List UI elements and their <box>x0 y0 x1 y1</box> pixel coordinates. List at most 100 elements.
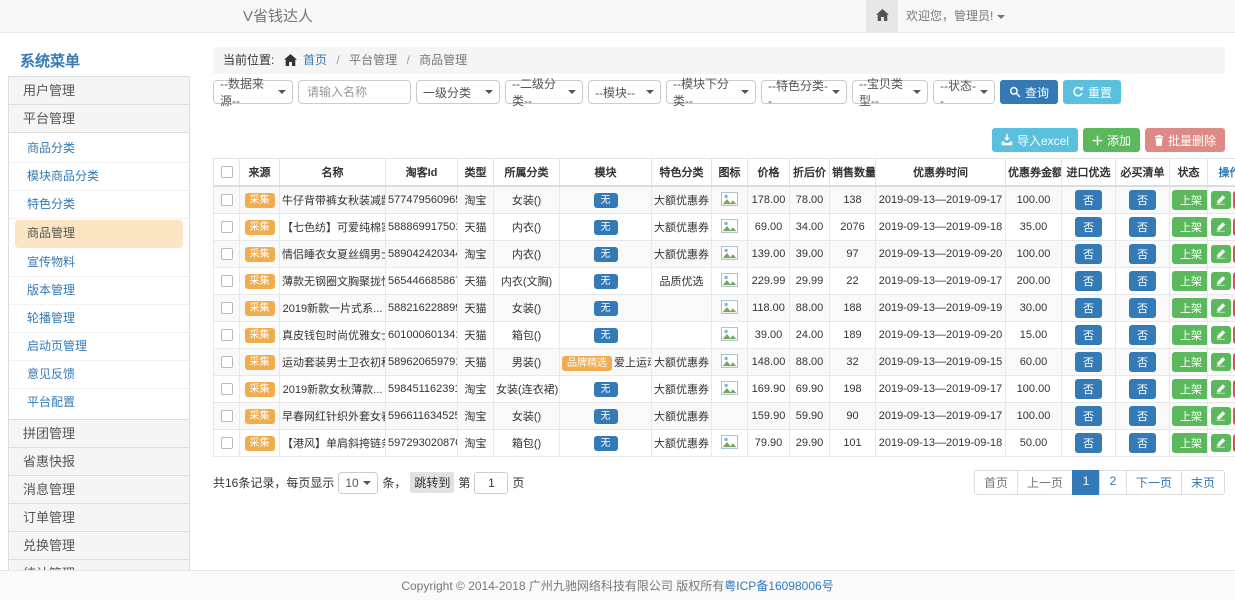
edit-button[interactable] <box>1211 272 1231 290</box>
must-buy-toggle-button[interactable]: 否 <box>1129 406 1156 426</box>
sidebar-item-特色分类[interactable]: 特色分类 <box>9 191 189 219</box>
sidebar-section-用户管理[interactable]: 用户管理 <box>8 76 190 105</box>
status-button[interactable]: 上架 <box>1172 244 1208 264</box>
status-button[interactable]: 上架 <box>1172 433 1208 453</box>
status-button[interactable]: 上架 <box>1172 406 1208 426</box>
must-buy-toggle-button[interactable]: 否 <box>1129 379 1156 399</box>
imported-toggle-button[interactable]: 否 <box>1075 352 1102 372</box>
must-buy-toggle-button[interactable]: 否 <box>1129 352 1156 372</box>
sidebar-section-兑换管理[interactable]: 兑换管理 <box>8 531 190 560</box>
status-button[interactable]: 上架 <box>1172 352 1208 372</box>
cell-source: 采集 <box>240 430 280 457</box>
page-button-首页[interactable]: 首页 <box>974 470 1018 495</box>
row-checkbox[interactable] <box>221 248 233 260</box>
edit-button[interactable] <box>1211 218 1231 236</box>
row-checkbox[interactable] <box>221 437 233 449</box>
edit-button[interactable] <box>1211 245 1231 263</box>
home-button[interactable] <box>866 0 898 32</box>
sidebar-section-订单管理[interactable]: 订单管理 <box>8 503 190 532</box>
imported-toggle-button[interactable]: 否 <box>1075 271 1102 291</box>
row-checkbox[interactable] <box>221 356 233 368</box>
must-buy-toggle-button[interactable]: 否 <box>1129 217 1156 237</box>
reset-button[interactable]: 重置 <box>1063 80 1121 104</box>
page-button-下一页[interactable]: 下一页 <box>1126 470 1182 495</box>
status-button[interactable]: 上架 <box>1172 217 1208 237</box>
row-checkbox[interactable] <box>221 329 233 341</box>
row-checkbox[interactable] <box>221 221 233 233</box>
sidebar-item-模块商品分类[interactable]: 模块商品分类 <box>9 163 189 191</box>
sidebar-section-消息管理[interactable]: 消息管理 <box>8 475 190 504</box>
must-buy-toggle-button[interactable]: 否 <box>1129 325 1156 345</box>
filter-select-8[interactable]: --状态-- <box>933 80 995 104</box>
edit-button[interactable] <box>1211 407 1231 425</box>
status-button[interactable]: 上架 <box>1172 190 1208 210</box>
edit-button[interactable] <box>1211 380 1231 398</box>
sidebar-item-启动页管理[interactable]: 启动页管理 <box>9 333 189 361</box>
sidebar-item-商品管理[interactable]: 商品管理 <box>15 220 183 248</box>
cell-must-buy: 否 <box>1116 403 1170 430</box>
sidebar-item-版本管理[interactable]: 版本管理 <box>9 277 189 305</box>
sidebar-item-轮播管理[interactable]: 轮播管理 <box>9 305 189 333</box>
imported-toggle-button[interactable]: 否 <box>1075 217 1102 237</box>
status-button[interactable]: 上架 <box>1172 379 1208 399</box>
page-button-上一页[interactable]: 上一页 <box>1017 470 1073 495</box>
sidebar-item-平台配置[interactable]: 平台配置 <box>9 389 189 417</box>
imported-toggle-button[interactable]: 否 <box>1075 433 1102 453</box>
imported-toggle-button[interactable]: 否 <box>1075 190 1102 210</box>
edit-button[interactable] <box>1211 353 1231 371</box>
icp-link[interactable]: 粤ICP备16098006号 <box>724 579 833 593</box>
sidebar-item-商品分类[interactable]: 商品分类 <box>9 135 189 163</box>
must-buy-toggle-button[interactable]: 否 <box>1129 271 1156 291</box>
imported-toggle-button[interactable]: 否 <box>1075 406 1102 426</box>
must-buy-toggle-button[interactable]: 否 <box>1129 190 1156 210</box>
edit-button[interactable] <box>1211 299 1231 317</box>
page-button-末页[interactable]: 末页 <box>1181 470 1225 495</box>
jump-button[interactable]: 跳转到 <box>410 472 454 493</box>
filter-select-2[interactable]: 一级分类 <box>416 80 500 104</box>
row-checkbox[interactable] <box>221 194 233 206</box>
filter-select-6[interactable]: --特色分类-- <box>761 80 847 104</box>
jump-page-input[interactable] <box>474 472 508 494</box>
imported-toggle-button[interactable]: 否 <box>1075 325 1102 345</box>
breadcrumb-home-link[interactable]: 首页 <box>303 53 327 67</box>
filter-select-3[interactable]: --二级分类-- <box>505 80 583 104</box>
filter-select-5[interactable]: --模块下分类-- <box>666 80 756 104</box>
status-button[interactable]: 上架 <box>1172 325 1208 345</box>
batch-delete-button[interactable]: 批量删除 <box>1145 128 1225 152</box>
row-checkbox[interactable] <box>221 410 233 422</box>
filter-select-4[interactable]: --模块-- <box>588 80 661 104</box>
must-buy-toggle-button[interactable]: 否 <box>1129 433 1156 453</box>
must-buy-toggle-button[interactable]: 否 <box>1129 298 1156 318</box>
page-button-2[interactable]: 2 <box>1099 470 1127 495</box>
row-checkbox[interactable] <box>221 275 233 287</box>
plus-icon <box>1092 135 1103 146</box>
status-button[interactable]: 上架 <box>1172 271 1208 291</box>
module-badge: 品牌精选 <box>562 356 612 371</box>
sidebar-section-省惠快报[interactable]: 省惠快报 <box>8 447 190 476</box>
user-menu[interactable]: 欢迎您，管理员! <box>906 0 1005 32</box>
search-button[interactable]: 查询 <box>1000 80 1058 104</box>
add-button[interactable]: 添加 <box>1083 128 1140 152</box>
sidebar-section-拼团管理[interactable]: 拼团管理 <box>8 419 190 448</box>
sidebar-item-意见反馈[interactable]: 意见反馈 <box>9 361 189 389</box>
filter-select-0[interactable]: --数据来源-- <box>213 80 293 104</box>
imported-toggle-button[interactable]: 否 <box>1075 244 1102 264</box>
sidebar-item-宣传物料[interactable]: 宣传物料 <box>9 249 189 277</box>
sidebar-section-统计管理[interactable]: 统计管理 <box>8 559 190 570</box>
imported-toggle-button[interactable]: 否 <box>1075 298 1102 318</box>
edit-button[interactable] <box>1211 191 1231 209</box>
sidebar-section-平台管理[interactable]: 平台管理 <box>8 104 190 133</box>
edit-button[interactable] <box>1211 326 1231 344</box>
per-page-select[interactable]: 10 <box>338 472 378 494</box>
name-search-input[interactable] <box>298 80 411 104</box>
edit-button[interactable] <box>1211 434 1231 452</box>
page-button-1[interactable]: 1 <box>1072 470 1100 495</box>
imported-toggle-button[interactable]: 否 <box>1075 379 1102 399</box>
filter-select-7[interactable]: --宝贝类型-- <box>852 80 928 104</box>
status-button[interactable]: 上架 <box>1172 298 1208 318</box>
row-checkbox[interactable] <box>221 302 233 314</box>
import-excel-button[interactable]: 导入excel <box>992 128 1078 152</box>
row-checkbox[interactable] <box>221 383 233 395</box>
select-all-checkbox[interactable] <box>221 166 233 178</box>
must-buy-toggle-button[interactable]: 否 <box>1129 244 1156 264</box>
